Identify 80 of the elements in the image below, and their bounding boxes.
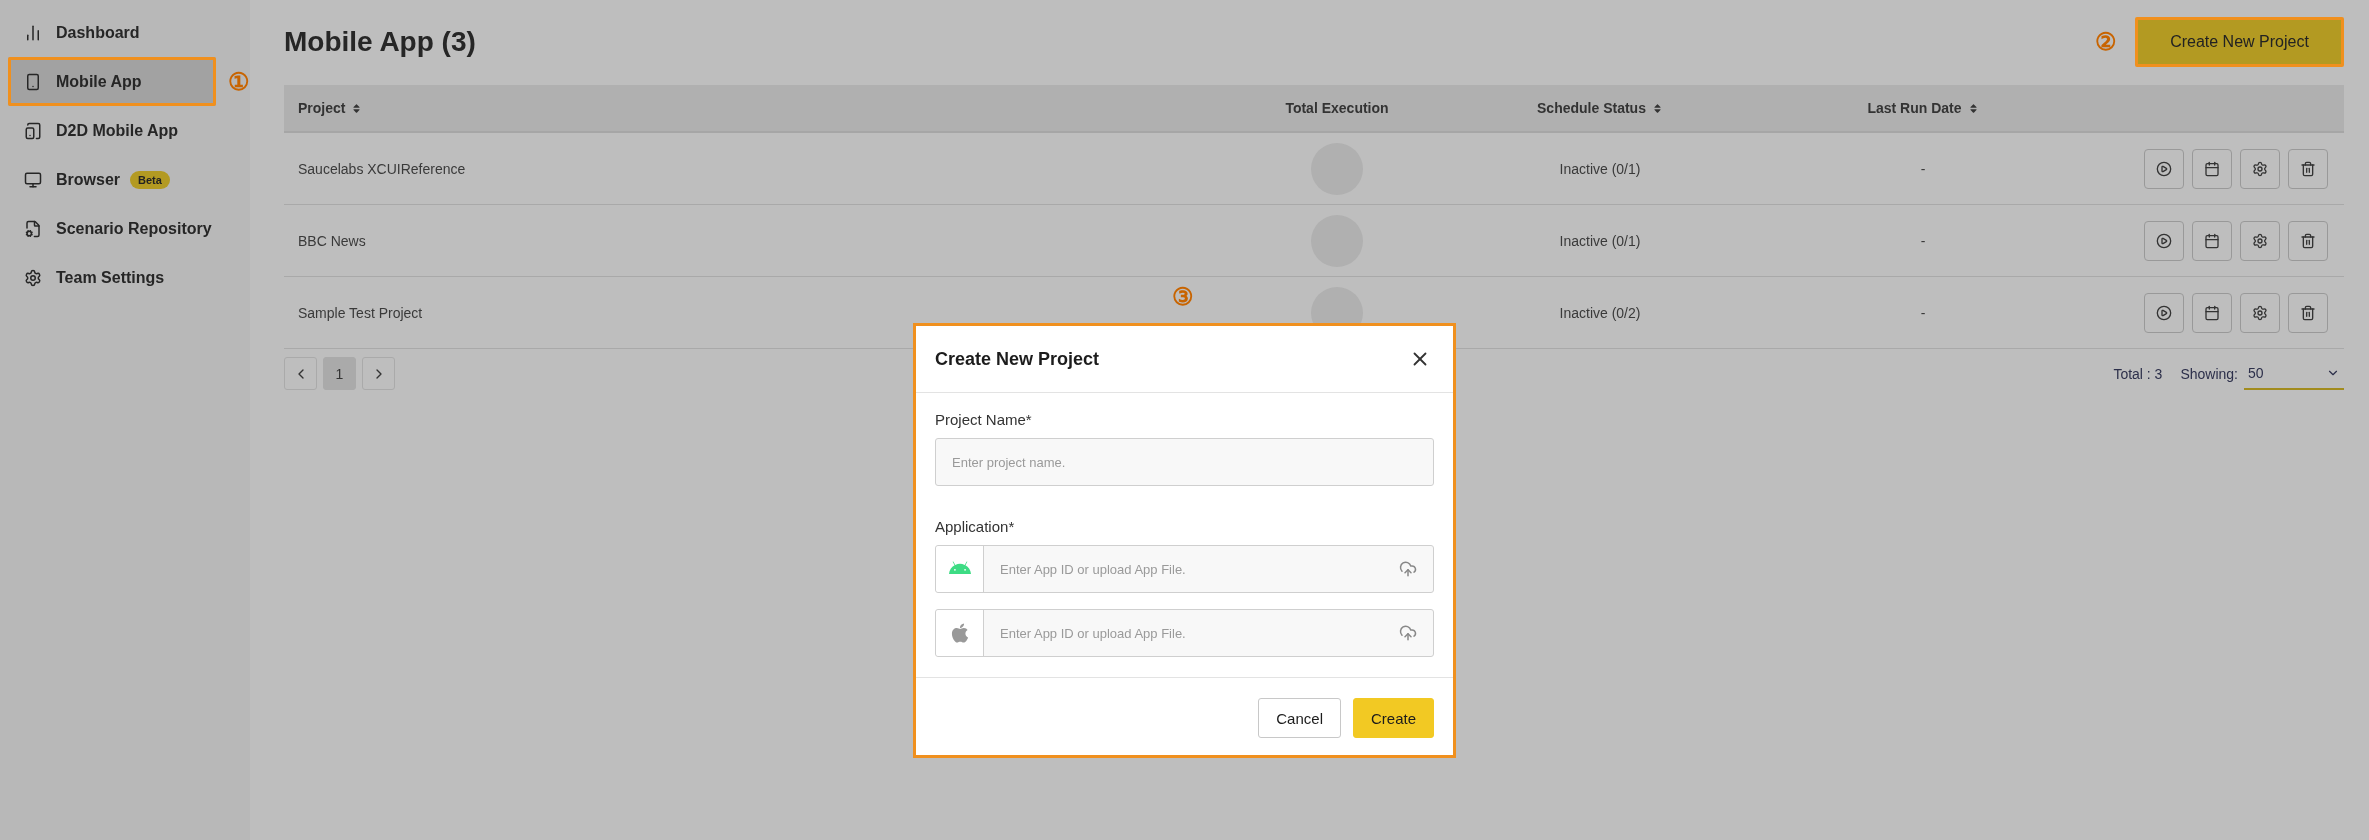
dialog-title: Create New Project [935,348,1100,370]
showing-label: Showing: [2180,365,2238,382]
settings-button[interactable] [2240,292,2280,333]
last-run-date: - [1920,232,1926,249]
page-button[interactable]: 1 [323,357,356,390]
schedule-button[interactable] [2192,220,2232,261]
sidebar-item-label: Mobile App [56,72,142,91]
play-icon [2156,304,2172,321]
callout-number: ② [2095,30,2117,54]
settings-icon [2252,304,2268,321]
sidebar-item-label: Team Settings [56,268,165,287]
calendar-icon [2204,160,2220,177]
project-name-input[interactable]: Enter project name. [935,438,1434,486]
app-input-field[interactable]: Enter App ID or upload App File. [935,545,1434,593]
trash-icon [2300,232,2316,249]
delete-button[interactable] [2288,220,2328,261]
trash-icon [2300,304,2316,321]
sidebar-item[interactable]: Mobile App [8,57,216,106]
callout-number: ③ [1172,285,1194,309]
create-button[interactable]: Create [1352,698,1434,738]
column-header: Last Run Date [1867,100,1962,116]
sidebar-item-label: Scenario Repository [56,219,212,238]
sidebar-item-label: D2D Mobile App [56,121,179,140]
create-project-button[interactable]: Create New Project [2135,17,2344,67]
cloud-upload-icon [1399,624,1417,642]
sort-icon[interactable] [351,102,363,114]
file-gear-icon [24,219,42,238]
cancel-button[interactable]: Cancel [1258,698,1341,738]
play-icon [2156,232,2172,249]
cloud-upload-icon [1399,560,1417,578]
field-label: Project Name* [935,411,1033,428]
settings-icon [2252,232,2268,249]
column-header: Total Execution [1285,100,1389,116]
schedule-status: Inactive (0/1) [1559,232,1641,249]
monitor-icon [24,170,42,189]
column-header: Schedule Status [1537,100,1646,116]
app-id-input[interactable]: Enter App ID or upload App File. [984,546,1383,592]
settings-icon [24,268,42,287]
callout-number: ① [228,69,250,94]
sidebar-item-label: Browser [56,170,121,189]
total-count: Total : 3 [2113,365,2163,382]
last-run-date: - [1920,304,1926,321]
bar-chart-icon [24,23,42,42]
schedule-status: Inactive (0/2) [1559,304,1641,321]
sidebar-item[interactable]: D2D Mobile App [8,106,233,155]
sidebar-item[interactable]: Scenario Repository [8,204,233,253]
smartphone-icon [24,72,42,91]
calendar-icon [2204,232,2220,249]
trash-icon [2300,160,2316,177]
field-label: Application* [935,518,1016,535]
play-icon [2156,160,2172,177]
sidebar-item[interactable]: Browser Beta [8,155,233,204]
sidebar-item[interactable]: Team Settings [8,253,233,302]
app-input-field[interactable]: Enter App ID or upload App File. [935,609,1434,657]
schedule-button[interactable] [2192,148,2232,189]
schedule-status: Inactive (0/1) [1559,160,1641,177]
settings-button[interactable] [2240,220,2280,261]
sort-icon[interactable] [1651,102,1663,114]
page-title: Mobile App (3) [284,26,476,58]
sort-icon[interactable] [1967,102,1979,114]
delete-button[interactable] [2288,292,2328,333]
beta-badge: Beta [130,170,170,189]
page-size-select[interactable]: 50 [2244,357,2344,390]
run-button[interactable] [2144,292,2184,333]
settings-icon [2252,160,2268,177]
run-button[interactable] [2144,220,2184,261]
app-id-input[interactable]: Enter App ID or upload App File. [984,610,1383,656]
calendar-icon [2204,304,2220,321]
sidebar-item-label: Dashboard [56,23,140,42]
sidebar-item[interactable]: Dashboard [8,8,233,57]
run-button[interactable] [2144,148,2184,189]
settings-button[interactable] [2240,148,2280,189]
delete-button[interactable] [2288,148,2328,189]
column-header: Project [298,100,346,116]
project-name: Sample Test Project [297,304,423,321]
last-run-date: - [1920,160,1926,177]
project-name: Saucelabs XCUIReference [297,160,466,177]
project-name: BBC News [297,232,366,249]
schedule-button[interactable] [2192,292,2232,333]
devices-icon [24,121,42,140]
